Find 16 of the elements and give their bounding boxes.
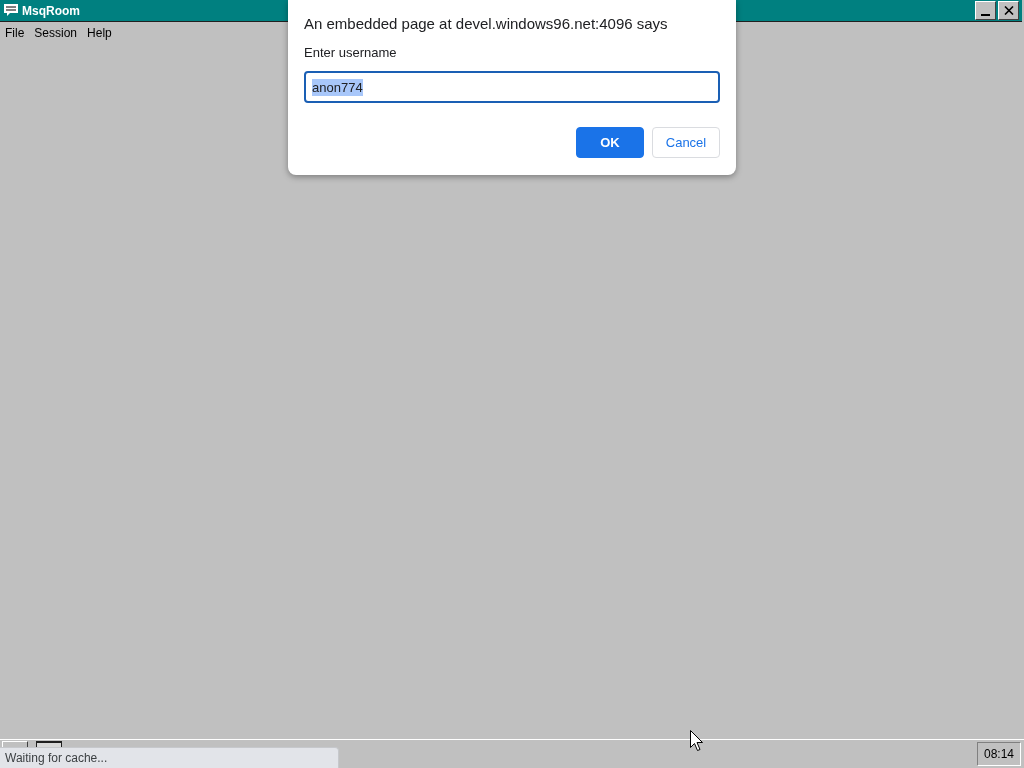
close-button[interactable] (998, 1, 1019, 20)
minimize-button[interactable] (975, 1, 996, 20)
ok-button[interactable]: OK (576, 127, 644, 158)
window-title: MsqRoom (22, 3, 80, 18)
cancel-button[interactable]: Cancel (652, 127, 720, 158)
username-field[interactable]: anon774 (304, 71, 720, 103)
close-icon (1003, 6, 1014, 15)
clock: 08:14 (977, 742, 1021, 766)
minimize-icon (981, 14, 990, 16)
menu-item[interactable]: Session (33, 25, 79, 41)
status-bubble: Waiting for cache... (0, 747, 339, 768)
dialog-title: An embedded page at devel.windows96.net:4096 says (304, 14, 669, 34)
prompt-label: Enter username (304, 44, 398, 62)
menu-item[interactable]: File (4, 25, 26, 41)
menu-item[interactable]: Help (86, 25, 113, 41)
message-bubble-icon (4, 4, 18, 17)
